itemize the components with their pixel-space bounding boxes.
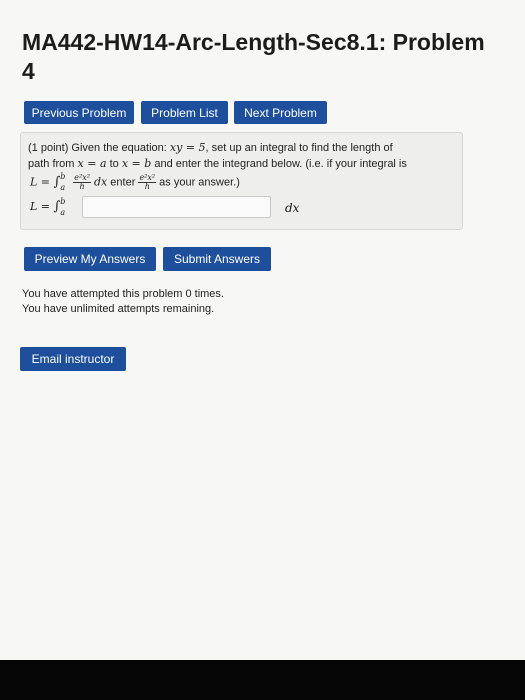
example-fraction: e²x² h: [73, 174, 91, 191]
answer-frac-den: h: [144, 182, 150, 191]
answer-upper-limit: b: [60, 197, 66, 206]
attempts-text: You have attempted this problem 0 times.: [22, 288, 224, 300]
answer-fraction: e²x² h: [138, 174, 157, 191]
submit-answers-button[interactable]: Submit Answers: [163, 247, 271, 271]
bottom-bar: [0, 660, 525, 700]
as-your-answer-text: as your answer.): [159, 176, 240, 189]
example-lhs: L =: [30, 175, 54, 189]
email-instructor-button[interactable]: Email instructor: [20, 347, 126, 371]
example-frac-den: h: [79, 182, 85, 191]
answer-lhs: L =: [30, 200, 54, 213]
problem-equation: xy = 5: [169, 141, 206, 154]
problem-line-1: (1 point) Given the equation: xy = 5, se…: [28, 141, 393, 155]
remaining-attempts-text: You have unlimited attempts remaining.: [22, 303, 215, 315]
integrand-input[interactable]: [82, 196, 271, 218]
page-background: MA442-HW14-Arc-Length-Sec8.1: Problem 4 …: [0, 0, 525, 660]
page-title: MA442-HW14-Arc-Length-Sec8.1: Problem 4: [22, 29, 485, 84]
example-lower-limit: a: [60, 183, 66, 193]
problem-line2-text: path from: [28, 158, 78, 170]
enter-word: enter: [107, 176, 139, 189]
problem-list-button[interactable]: Problem List: [141, 101, 228, 124]
answer-dx-suffix: dx: [285, 201, 300, 215]
previous-problem-button[interactable]: Previous Problem: [24, 101, 134, 124]
answer-lower-limit: a: [60, 208, 66, 217]
problem-line1-text: Given the equation:: [71, 142, 170, 154]
preview-answers-button[interactable]: Preview My Answers: [24, 247, 156, 271]
problem-to-word: to: [106, 158, 122, 170]
example-upper-limit: b: [60, 172, 66, 182]
problem-line-2: path from x = a to x = b and enter the i…: [28, 157, 407, 171]
problem-to-expr: x = b: [121, 157, 152, 170]
problem-line1-rest: , set up an integral to find the length …: [205, 142, 393, 154]
answer-lhs-group: L = ∫ba: [30, 197, 70, 217]
problem-from-expr: x = a: [77, 157, 107, 170]
next-problem-button[interactable]: Next Problem: [234, 101, 327, 124]
problem-points: (1 point): [28, 142, 69, 154]
example-dx: dx: [94, 175, 108, 189]
problem-line2-rest: and enter the integrand below. (i.e. if …: [151, 158, 407, 170]
problem-example-line: L = ∫ba e²x² h dx enter e²x² h as your ans…: [30, 172, 240, 193]
